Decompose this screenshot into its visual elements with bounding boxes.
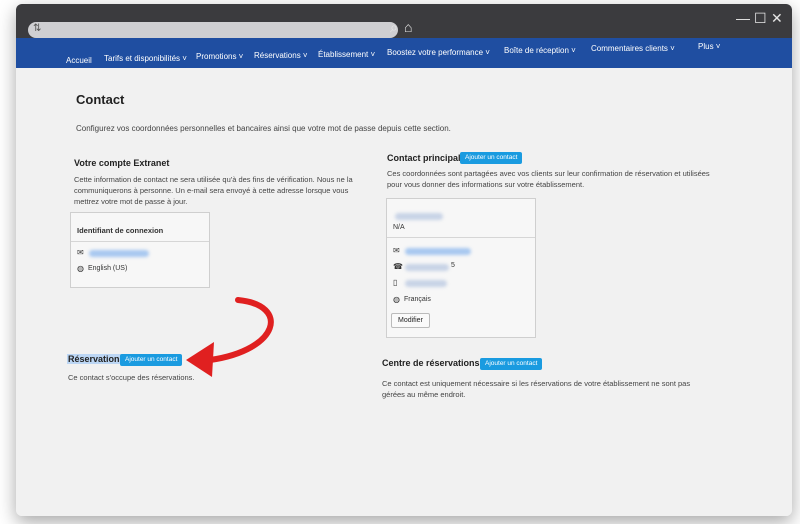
annotation-arrow-icon	[186, 297, 274, 377]
